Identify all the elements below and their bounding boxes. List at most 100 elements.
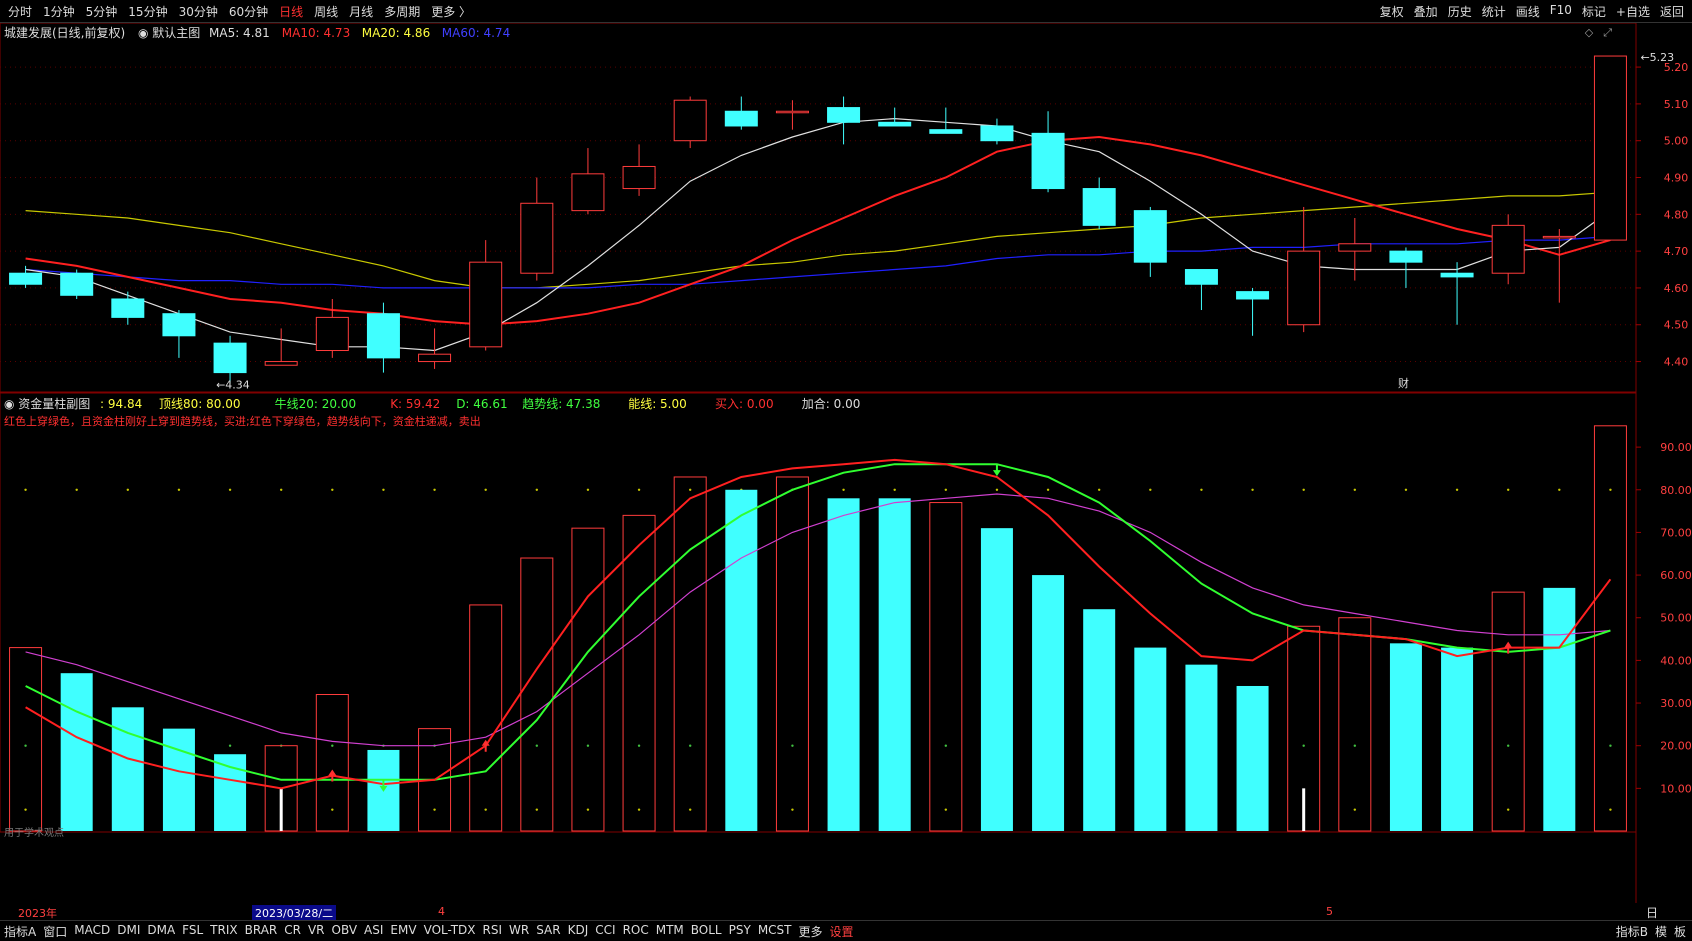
- energy-line-dot: [24, 808, 27, 811]
- indicator-tab[interactable]: BOLL: [691, 923, 722, 940]
- candle-down: [878, 121, 912, 127]
- indicator-tab[interactable]: OBV: [332, 923, 358, 940]
- candle-up: [418, 353, 452, 363]
- indicator-tab[interactable]: 设置: [830, 923, 854, 940]
- energy-line-dot: [944, 808, 948, 811]
- indicator-tab[interactable]: ROC: [623, 923, 649, 940]
- ref-line-dot: [433, 488, 436, 491]
- chart-area[interactable]: 5.205.105.004.904.804.704.604.504.40←5.2…: [0, 23, 1692, 903]
- sub-y-tick-label: 90.00: [1660, 441, 1692, 454]
- indicator-tab[interactable]: 指标A: [4, 923, 36, 940]
- indicator-tab[interactable]: DMI: [117, 923, 140, 940]
- sub-legend-item: 趋势线: 47.38: [522, 397, 600, 411]
- ref-line-dot: [1097, 488, 1101, 491]
- period-tab[interactable]: 日线: [279, 3, 303, 20]
- period-tab[interactable]: 分时: [8, 3, 32, 20]
- sub-y-tick-label: 30.00: [1660, 697, 1692, 710]
- toolbar-button[interactable]: 返回: [1660, 3, 1684, 20]
- main-y-tick-label: 4.90: [1664, 172, 1689, 185]
- date-label-start: 2023年: [18, 907, 57, 920]
- indicator-tab[interactable]: KDJ: [568, 923, 589, 940]
- ref-line-dot: [24, 488, 27, 491]
- period-tab[interactable]: 15分钟: [128, 3, 167, 20]
- period-tab[interactable]: 更多 〉: [431, 3, 471, 20]
- toolbar-button[interactable]: 历史: [1448, 3, 1472, 20]
- indicator-tab[interactable]: EMV: [390, 923, 416, 940]
- indicator-tab[interactable]: MACD: [74, 923, 110, 940]
- energy-line-dot: [484, 808, 487, 811]
- sub-legend-item: 能线: 5.00: [628, 397, 687, 411]
- indicator-tab[interactable]: SAR: [536, 923, 560, 940]
- indicator-b-tab[interactable]: 指标B: [1616, 923, 1648, 940]
- sub-legend-item: 顶线80: 80.00: [159, 397, 240, 411]
- ma60-line: [25, 235, 1611, 289]
- ref-line-dot: [1200, 488, 1203, 491]
- sub-y-tick-label: 60.00: [1660, 569, 1692, 582]
- fund-bar-solid: [1134, 647, 1167, 831]
- indicator-tab[interactable]: MCST: [758, 923, 792, 940]
- sub-y-tick-label: 80.00: [1660, 484, 1692, 497]
- fund-bar-solid: [60, 673, 93, 831]
- ref-line-dot: [382, 488, 385, 491]
- indicator-tab[interactable]: BRAR: [245, 923, 278, 940]
- right-toolbar: 复权 叠加 历史 统计 画线 F10 标记 +自选 返回: [1380, 3, 1684, 20]
- period-tab[interactable]: 月线: [349, 3, 373, 20]
- date-cursor-label: 2023/03/28/二: [252, 905, 337, 921]
- main-y-tick-label: 4.60: [1664, 282, 1689, 295]
- toolbar-button[interactable]: 画线: [1516, 3, 1540, 20]
- fund-bar-solid: [980, 528, 1013, 831]
- fund-bar-solid: [1185, 664, 1218, 831]
- indicator-b-tab[interactable]: 板: [1674, 923, 1686, 940]
- period-tab[interactable]: 60分钟: [229, 3, 268, 20]
- toolbar-button[interactable]: 复权: [1380, 3, 1404, 20]
- indicator-b-tabs: 指标B 模板: [1616, 923, 1686, 940]
- ref-line-dot: [586, 488, 590, 491]
- indicator-tab[interactable]: 更多: [799, 923, 823, 940]
- ref-line-dot: [1609, 488, 1612, 491]
- candle-down: [9, 272, 43, 285]
- indicator-tab[interactable]: PSY: [729, 923, 751, 940]
- main-y-tick-label: 5.10: [1664, 98, 1689, 111]
- date-label-april: 4: [438, 905, 445, 918]
- period-tab[interactable]: 5分钟: [86, 3, 118, 20]
- period-tab[interactable]: 多周期: [384, 3, 420, 20]
- period-tab[interactable]: 30分钟: [179, 3, 218, 20]
- indicator-tab[interactable]: TRIX: [210, 923, 237, 940]
- ref-line-dot: [331, 744, 334, 747]
- ref-line-dot: [944, 488, 948, 491]
- indicator-tab[interactable]: VOL-TDX: [424, 923, 476, 940]
- toolbar-button[interactable]: F10: [1550, 3, 1572, 20]
- indicator-tab[interactable]: RSI: [483, 923, 503, 940]
- toolbar-button[interactable]: +自选: [1616, 3, 1650, 20]
- indicator-tab[interactable]: 窗口: [43, 923, 67, 940]
- ma60-value: MA60: 4.74: [442, 26, 510, 40]
- main-y-tick-label: 4.50: [1664, 319, 1689, 332]
- period-tab[interactable]: 周线: [314, 3, 338, 20]
- sub-y-tick-label: 50.00: [1660, 612, 1692, 625]
- indicator-tab[interactable]: CCI: [595, 923, 615, 940]
- period-tab[interactable]: 1分钟: [43, 3, 75, 20]
- indicator-tab[interactable]: FSL: [182, 923, 203, 940]
- date-label-may: 5: [1326, 905, 1333, 918]
- ref-line-dot: [1506, 488, 1510, 491]
- fund-bar-hollow: [775, 476, 809, 832]
- stock-title: 城建发展(日线,前复权): [4, 25, 125, 40]
- indicator-tab[interactable]: ASI: [364, 923, 383, 940]
- energy-line-dot: [433, 808, 436, 811]
- indicator-tab[interactable]: DMA: [147, 923, 175, 940]
- candle-up: [1542, 235, 1576, 239]
- toolbar-button[interactable]: 标记: [1582, 3, 1606, 20]
- candle-down: [929, 129, 963, 134]
- indicator-b-tab[interactable]: 模: [1655, 923, 1667, 940]
- toolbar-button[interactable]: 叠加: [1414, 3, 1438, 20]
- toolbar-button[interactable]: 统计: [1482, 3, 1506, 20]
- indicator-tab[interactable]: CR: [284, 923, 301, 940]
- indicator-tab[interactable]: MTM: [656, 923, 684, 940]
- energy-line-dot: [637, 808, 641, 811]
- sub-y-tick-label: 10.00: [1660, 782, 1692, 795]
- indicator-tab[interactable]: WR: [509, 923, 529, 940]
- indicator-tab[interactable]: VR: [308, 923, 325, 940]
- ref-line-dot: [586, 744, 590, 747]
- d-line: [25, 463, 1611, 781]
- fund-bar-solid: [1032, 575, 1065, 831]
